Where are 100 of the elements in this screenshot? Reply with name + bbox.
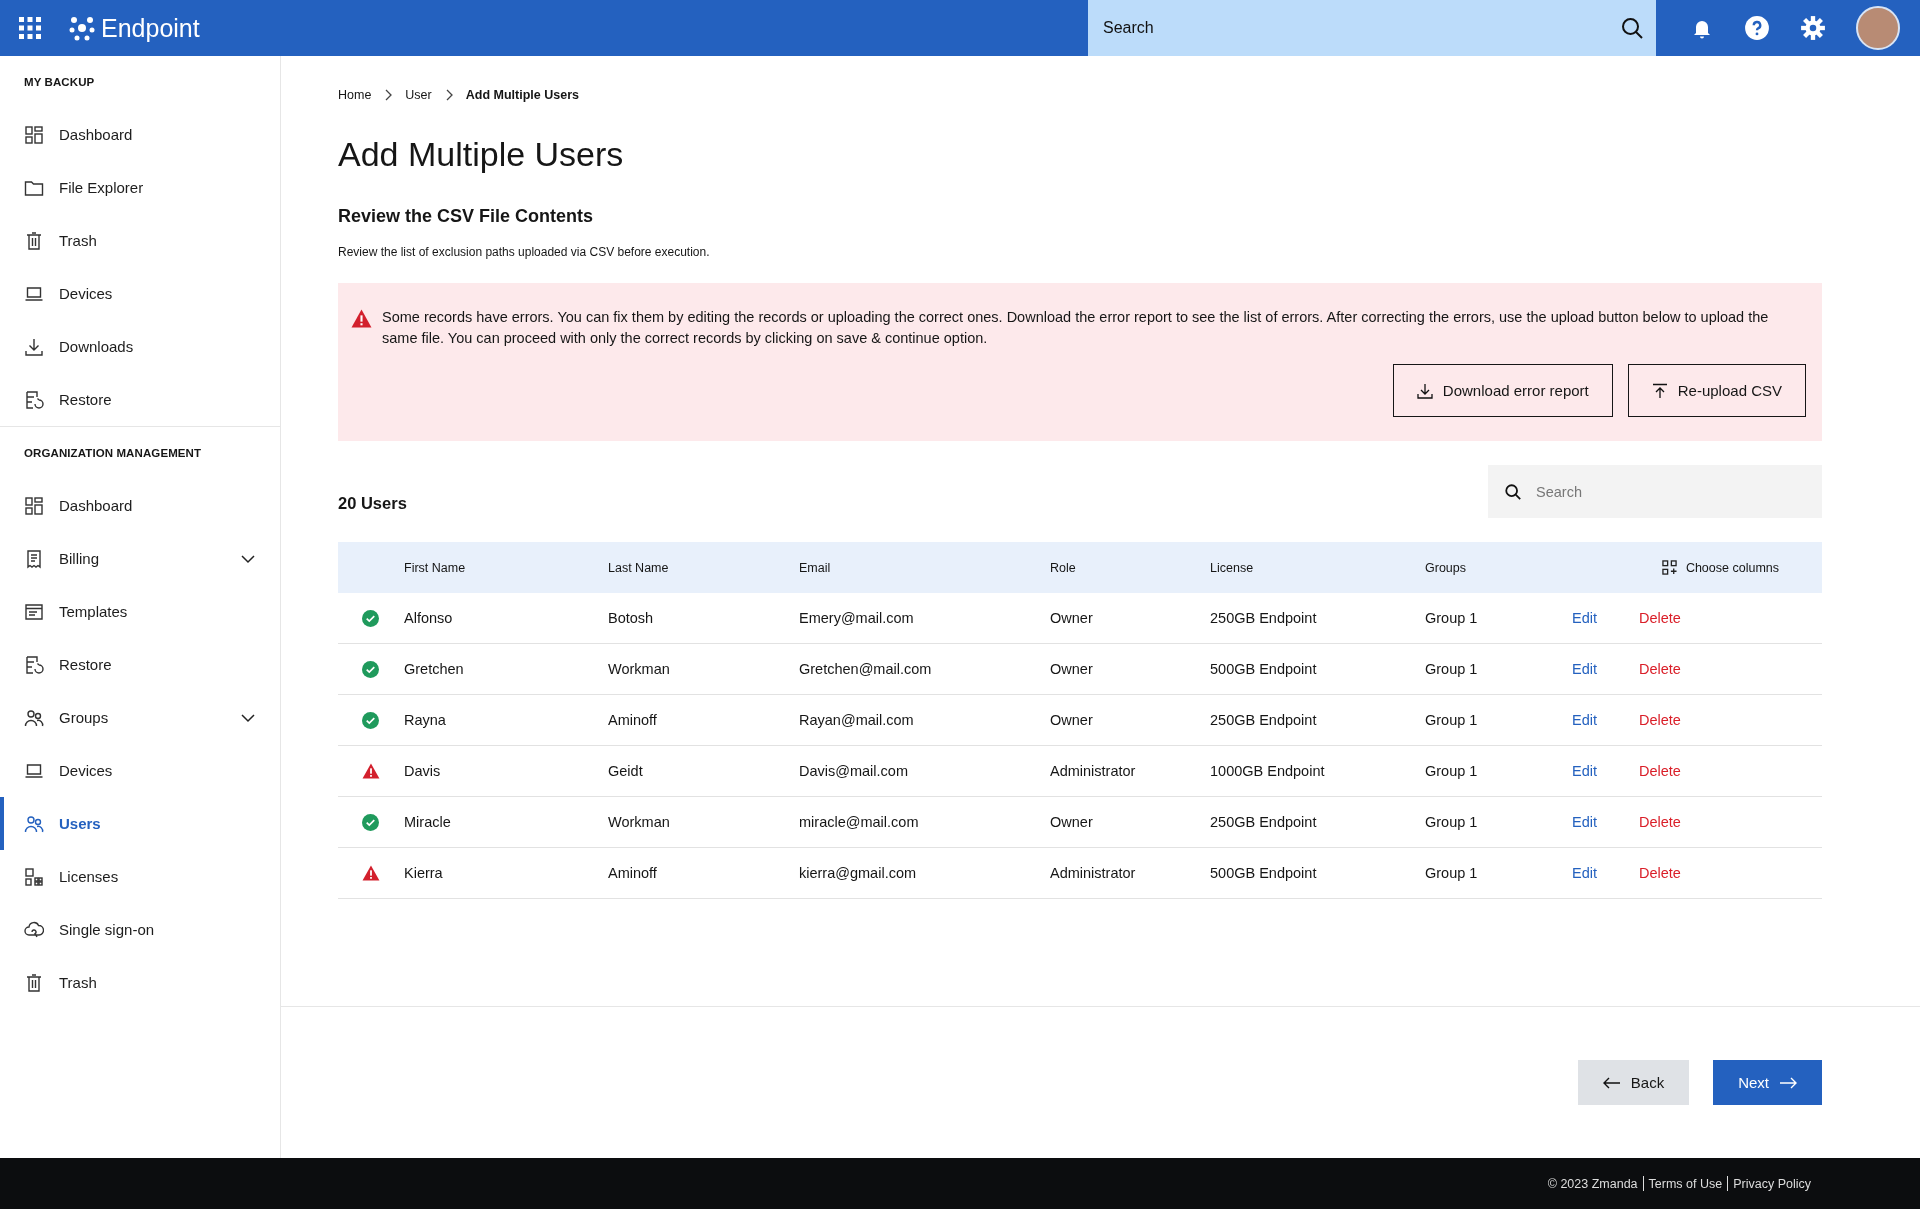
edit-link[interactable]: Edit xyxy=(1572,610,1597,626)
table-cell-text: Administrator xyxy=(1050,763,1137,779)
table-cell-text: Owner xyxy=(1050,712,1094,728)
trash-icon xyxy=(24,972,44,993)
table-cell-text: Group 1 xyxy=(1425,865,1479,881)
sidebar-item[interactable]: Groups xyxy=(0,691,280,744)
download-icon xyxy=(24,336,44,357)
back-button[interactable]: Back xyxy=(1577,1060,1690,1105)
table-cell-text: Gretchen xyxy=(404,661,465,677)
sidebar-item[interactable]: Trash xyxy=(0,956,280,1009)
search-field[interactable]: Search xyxy=(1088,0,1656,56)
next-button[interactable]: Next xyxy=(1713,1060,1822,1105)
table-cell-text: 500GB Endpoint xyxy=(1210,661,1318,677)
cloud-icon xyxy=(24,919,44,940)
table-cell-text: Rayan@mail.com xyxy=(799,712,915,728)
table-cell-text: Rayna xyxy=(404,712,447,728)
help-icon[interactable] xyxy=(1744,15,1770,41)
shapes-icon xyxy=(24,866,44,887)
outline-button[interactable]: Download error report xyxy=(1392,364,1613,417)
table-cell-text: Emery@mail.com xyxy=(799,610,915,626)
chevron-icon xyxy=(383,89,394,101)
table-cell-text: 250GB Endpoint xyxy=(1210,610,1318,626)
outline-button[interactable]: Re-upload CSV xyxy=(1627,364,1806,417)
sidebar-item[interactable]: Single sign-on xyxy=(0,903,280,956)
breadcrumb-link[interactable]: Add Multiple Users xyxy=(465,88,579,102)
edit-link[interactable]: Edit xyxy=(1572,712,1597,728)
sidebar-item[interactable]: File Explorer xyxy=(0,161,280,214)
sidebar-item[interactable]: Trash xyxy=(0,214,280,267)
section-title: Review the CSV File Contents xyxy=(338,206,595,227)
choose-columns-button[interactable]: Choose columns xyxy=(1661,560,1779,575)
section-description: Review the list of exclusion paths uploaded via CSV before execution. xyxy=(338,245,711,259)
delete-link[interactable]: Delete xyxy=(1639,661,1681,677)
column-header: License xyxy=(1210,560,1255,575)
restore-icon xyxy=(24,389,44,410)
error-message: Some records have errors. You can fix them by editing the records or uploading the correct ones. Download the error report to see the list of errors. After correcting the errors, use the upload button below to upload the same file. You can proceed with only the correct records by clicking on save & continue option. xyxy=(382,308,1770,348)
table-cell-text: Workman xyxy=(608,661,671,677)
delete-link[interactable]: Delete xyxy=(1639,712,1681,728)
copyright-text: © 2023 Zmanda xyxy=(1547,1176,1638,1191)
table-cell-text: miracle@mail.com xyxy=(799,814,920,830)
table-cell-text: 250GB Endpoint xyxy=(1210,814,1318,830)
delete-link[interactable]: Delete xyxy=(1639,763,1681,779)
breadcrumb-link[interactable]: Home xyxy=(338,88,372,102)
delete-link[interactable]: Delete xyxy=(1639,814,1681,830)
sidebar-item[interactable]: Restore xyxy=(0,638,280,691)
grid-icon xyxy=(24,124,44,145)
footer-link[interactable]: Terms of Use xyxy=(1648,1176,1723,1191)
download-icon xyxy=(1416,382,1433,399)
search-icon xyxy=(1620,16,1644,40)
table-cell-text: Aminoff xyxy=(608,865,658,881)
table-cell-text: Administrator xyxy=(1050,865,1137,881)
table-cell-text: Owner xyxy=(1050,610,1094,626)
section-heading: ORGANIZATION MANAGEMENT xyxy=(23,446,203,461)
breadcrumb-link[interactable]: User xyxy=(405,88,432,102)
sidebar-item[interactable]: Templates xyxy=(0,585,280,638)
delete-link[interactable]: Delete xyxy=(1639,865,1681,881)
table-cell-text: Geidt xyxy=(608,763,644,779)
sidebar-item[interactable]: Downloads xyxy=(0,320,280,373)
settings-icon[interactable] xyxy=(1800,15,1826,41)
table-cell-text: Group 1 xyxy=(1425,814,1479,830)
edit-link[interactable]: Edit xyxy=(1572,763,1597,779)
edit-link[interactable]: Edit xyxy=(1572,661,1597,677)
table-cell-text: Miracle xyxy=(404,814,452,830)
table-cell-text: Owner xyxy=(1050,814,1094,830)
app-grid-icon[interactable] xyxy=(19,17,41,39)
arrow-right-icon xyxy=(1779,1076,1797,1089)
footer-link[interactable]: Privacy Policy xyxy=(1733,1176,1811,1191)
edit-link[interactable]: Edit xyxy=(1572,865,1597,881)
column-header: Role xyxy=(1050,560,1077,575)
table-cell-text: Workman xyxy=(608,814,671,830)
column-header: First Name xyxy=(404,560,467,575)
sidebar-item[interactable]: Devices xyxy=(0,744,280,797)
trash-icon xyxy=(24,230,44,251)
logo-icon xyxy=(69,15,95,41)
sidebar-item[interactable]: Dashboard xyxy=(0,479,280,532)
warning-icon xyxy=(351,309,372,328)
table-cell-text: kierra@gmail.com xyxy=(799,865,918,881)
table-cell-text: Alfonso xyxy=(404,610,454,626)
avatar[interactable] xyxy=(1856,6,1900,50)
edit-link[interactable]: Edit xyxy=(1572,814,1597,830)
sidebar-item[interactable]: Licenses xyxy=(0,850,280,903)
column-header: Groups xyxy=(1425,560,1467,575)
table-cell-text: 500GB Endpoint xyxy=(1210,865,1318,881)
table-cell-text: Aminoff xyxy=(608,712,658,728)
add-columns-icon xyxy=(1661,560,1677,575)
sidebar-item[interactable]: Users xyxy=(0,797,280,850)
table-cell-text: Owner xyxy=(1050,661,1094,677)
people-icon xyxy=(24,813,44,834)
sidebar-item[interactable]: Restore xyxy=(0,373,280,426)
people-icon xyxy=(24,707,44,728)
table-cell-text: Gretchen@mail.com xyxy=(799,661,933,677)
restore-icon xyxy=(24,654,44,675)
page-title: Add Multiple Users xyxy=(338,135,625,174)
sidebar-item[interactable]: Billing xyxy=(0,532,280,585)
table-cell-text: Davis@mail.com xyxy=(799,763,909,779)
search-field[interactable]: Search xyxy=(1488,465,1822,518)
search-icon xyxy=(1504,483,1522,501)
delete-link[interactable]: Delete xyxy=(1639,610,1681,626)
sidebar-item[interactable]: Devices xyxy=(0,267,280,320)
sidebar-item[interactable]: Dashboard xyxy=(0,108,280,161)
table-cell-text: Group 1 xyxy=(1425,610,1479,626)
